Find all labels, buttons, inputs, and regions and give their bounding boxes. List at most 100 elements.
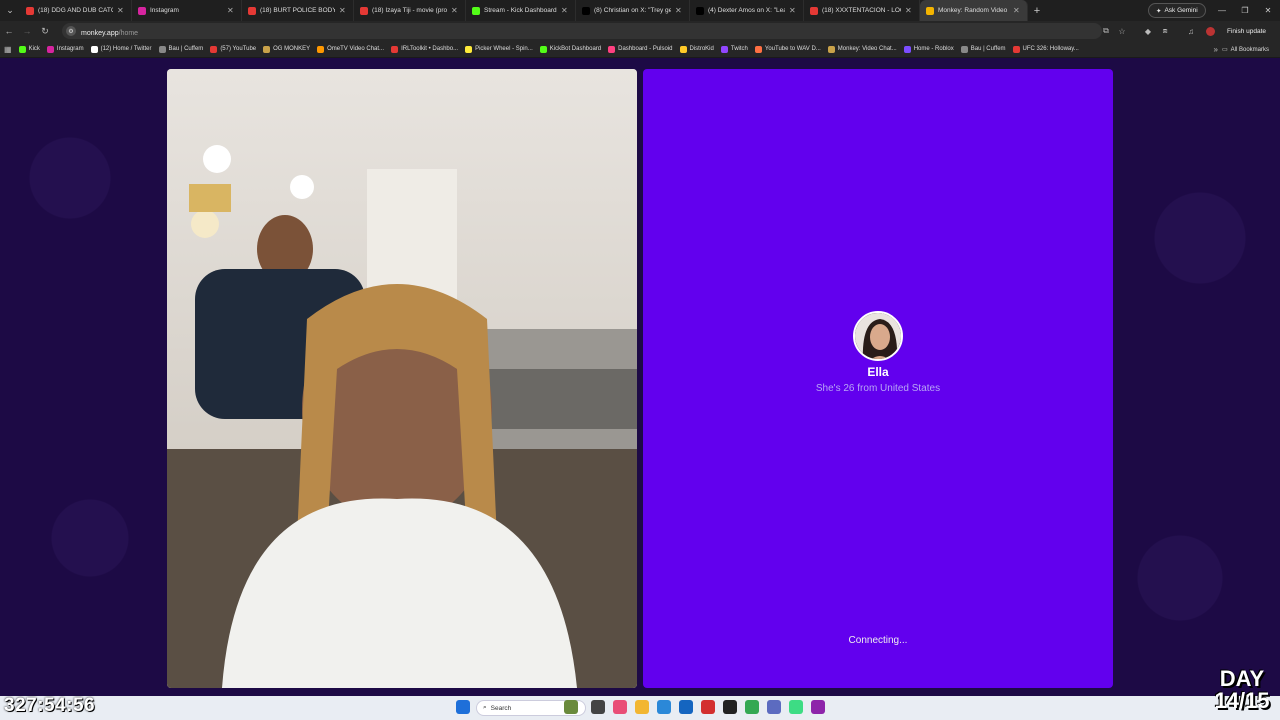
bookmark-item[interactable]: IRLToolkit • Dashbo... bbox=[391, 45, 459, 53]
bookmark-item[interactable]: Home - Roblox bbox=[903, 45, 954, 53]
obs-icon[interactable] bbox=[723, 700, 737, 714]
tab-close-icon[interactable]: ✕ bbox=[339, 6, 347, 15]
bookmark-label: Bau | Cuffem bbox=[168, 46, 204, 52]
maximize-icon[interactable]: ❐ bbox=[1235, 0, 1255, 21]
tab-close-icon[interactable]: ✕ bbox=[905, 6, 913, 15]
bookmark-item[interactable]: DistroKid bbox=[679, 45, 714, 53]
tab-strip: ⌄ (18) DDG AND DUB CATCH BIG✕Instagram✕(… bbox=[0, 0, 1280, 21]
browser-tab[interactable]: (18) Izaya Tiji - movie (prod so ✕ bbox=[354, 0, 466, 21]
folder-icon: ▭ bbox=[1222, 47, 1228, 53]
ask-gemini-button[interactable]: ✦ Ask Gemini bbox=[1148, 3, 1206, 18]
bookmark-item[interactable]: Instagram bbox=[46, 45, 84, 53]
all-bookmarks-button[interactable]: ▭ All Bookmarks bbox=[1222, 41, 1269, 58]
tab-close-icon[interactable]: ✕ bbox=[675, 6, 683, 15]
bookmark-item[interactable]: OmeTV Video Chat... bbox=[317, 45, 384, 53]
tab-favicon-icon bbox=[582, 6, 590, 15]
tab-favicon-icon bbox=[138, 6, 146, 15]
bookmark-label: IRLToolkit • Dashbo... bbox=[401, 46, 459, 52]
tab-close-icon[interactable]: ✕ bbox=[227, 6, 235, 15]
site-info-icon[interactable]: ⚙ bbox=[66, 26, 76, 36]
url-host: monkey.app bbox=[81, 30, 119, 37]
bookmark-item[interactable]: Picker Wheel - Spin... bbox=[465, 45, 533, 53]
back-icon[interactable]: ← bbox=[0, 21, 18, 41]
bookmark-label: Home - Roblox bbox=[913, 46, 954, 52]
address-bar[interactable]: ⚙ monkey.app/home bbox=[62, 23, 1102, 39]
tab-close-icon[interactable]: ✕ bbox=[561, 6, 569, 15]
bookmark-label: DistroKid bbox=[689, 46, 714, 52]
tabs-container: (18) DDG AND DUB CATCH BIG✕Instagram✕(18… bbox=[20, 0, 1028, 21]
install-app-icon[interactable]: ⧉ bbox=[1098, 21, 1114, 41]
bookmark-item[interactable]: Bau | Cuffem bbox=[960, 45, 1006, 53]
tab-favicon-icon bbox=[926, 6, 934, 15]
extensions-puzzle-icon[interactable]: ⧈ bbox=[1157, 21, 1173, 41]
tab-search-icon[interactable]: ⌄ bbox=[0, 0, 20, 21]
app-icon-red[interactable] bbox=[701, 700, 715, 714]
bookmark-label: Monkey: Video Chat... bbox=[837, 46, 897, 52]
reload-icon[interactable]: ↻ bbox=[36, 21, 54, 41]
tab-favicon-icon bbox=[472, 6, 480, 15]
file-explorer-icon[interactable] bbox=[635, 700, 649, 714]
tab-title: (4) Dexter Amos on X: "Leave th bbox=[708, 7, 785, 14]
bookmark-item[interactable]: YouTube to WAV D... bbox=[754, 45, 821, 53]
bookmark-item[interactable]: Monkey: Video Chat... bbox=[827, 45, 897, 53]
windows-start-icon[interactable] bbox=[456, 700, 470, 714]
store-icon[interactable] bbox=[679, 700, 693, 714]
browser-tab[interactable]: (18) DDG AND DUB CATCH BIG ✕ bbox=[20, 0, 132, 21]
bookmark-favicon-icon bbox=[679, 45, 687, 53]
partner-name: Ella bbox=[867, 365, 889, 379]
browser-tab[interactable]: (4) Dexter Amos on X: "Leave th ✕ bbox=[690, 0, 804, 21]
ask-gemini-label: Ask Gemini bbox=[1164, 7, 1198, 14]
bookmark-item[interactable]: (12) Home / Twitter bbox=[90, 45, 152, 53]
bookmark-favicon-icon bbox=[210, 45, 218, 53]
bookmark-item[interactable]: KickBot Dashboard bbox=[539, 45, 601, 53]
copilot-icon[interactable] bbox=[613, 700, 627, 714]
partner-avatar[interactable] bbox=[853, 311, 903, 361]
bookmark-label: Twitch bbox=[730, 46, 748, 52]
partner-details: She's 26 from United States bbox=[815, 383, 941, 394]
bookmark-favicon-icon bbox=[391, 45, 399, 53]
tab-title: Instagram bbox=[150, 7, 179, 14]
browser-tab[interactable]: (18) XXXTENTACION - LOOK AT ✕ bbox=[804, 0, 920, 21]
tab-title: Monkey: Random Video Ch bbox=[938, 7, 1009, 14]
app-icon-purple[interactable] bbox=[767, 700, 781, 714]
partner-photo bbox=[855, 313, 901, 359]
chrome-icon[interactable] bbox=[745, 700, 759, 714]
new-tab-icon[interactable]: + bbox=[1028, 5, 1046, 17]
profile-avatar[interactable] bbox=[1202, 21, 1218, 41]
tab-close-icon[interactable]: ✕ bbox=[1013, 6, 1021, 15]
bookmark-item[interactable]: UFC 326: Holloway... bbox=[1012, 45, 1079, 53]
close-window-icon[interactable]: ✕ bbox=[1258, 0, 1278, 21]
bookmark-item[interactable]: Dashboard - Pulsoid bbox=[608, 45, 673, 53]
task-view-icon[interactable] bbox=[591, 700, 605, 714]
app-icon-violet[interactable] bbox=[811, 700, 825, 714]
forward-icon[interactable]: → bbox=[18, 21, 36, 41]
chrome-profile-icon[interactable] bbox=[789, 700, 803, 714]
finish-update-button[interactable]: Finish update bbox=[1222, 24, 1271, 38]
browser-tab[interactable]: Stream - Kick Dashboard ✕ bbox=[466, 0, 576, 21]
media-control-icon[interactable]: ♫ bbox=[1183, 21, 1199, 41]
bookmark-item[interactable]: OG MONKEY bbox=[263, 45, 310, 53]
bookmark-label: (57) YouTube bbox=[220, 46, 257, 52]
tab-close-icon[interactable]: ✕ bbox=[789, 6, 797, 15]
tab-title: (18) Izaya Tiji - movie (prod so bbox=[372, 7, 447, 14]
bookmark-label: UFC 326: Holloway... bbox=[1022, 46, 1079, 52]
bookmark-item[interactable]: Bau | Cuffem bbox=[158, 45, 204, 53]
browser-tab[interactable]: (8) Christian on X: "Trey gets di ✕ bbox=[576, 0, 690, 21]
extension-icon[interactable]: ◆ bbox=[1140, 21, 1156, 41]
bookmark-item[interactable]: Kick bbox=[18, 45, 40, 53]
bookmark-item[interactable]: Twitch bbox=[720, 45, 748, 53]
search-icon: ⌕ bbox=[483, 704, 487, 711]
bookmark-item[interactable]: (57) YouTube bbox=[210, 45, 257, 53]
apps-grid-icon[interactable]: ▦ bbox=[4, 45, 12, 54]
tab-close-icon[interactable]: ✕ bbox=[117, 6, 125, 15]
browser-tab[interactable]: (18) BURT POLICE BODYCAM ✕ bbox=[242, 0, 354, 21]
browser-tab[interactable]: Monkey: Random Video Ch ✕ bbox=[920, 0, 1028, 21]
bookmarks-overflow-icon[interactable]: » bbox=[1214, 45, 1218, 54]
weather-icon[interactable] bbox=[564, 700, 578, 714]
minimize-icon[interactable]: — bbox=[1212, 0, 1232, 21]
edge-icon[interactable] bbox=[657, 700, 671, 714]
tab-close-icon[interactable]: ✕ bbox=[451, 6, 459, 15]
bookmark-label: Bau | Cuffem bbox=[970, 46, 1006, 52]
bookmark-star-icon[interactable]: ☆ bbox=[1114, 21, 1130, 41]
browser-tab[interactable]: Instagram ✕ bbox=[132, 0, 242, 21]
